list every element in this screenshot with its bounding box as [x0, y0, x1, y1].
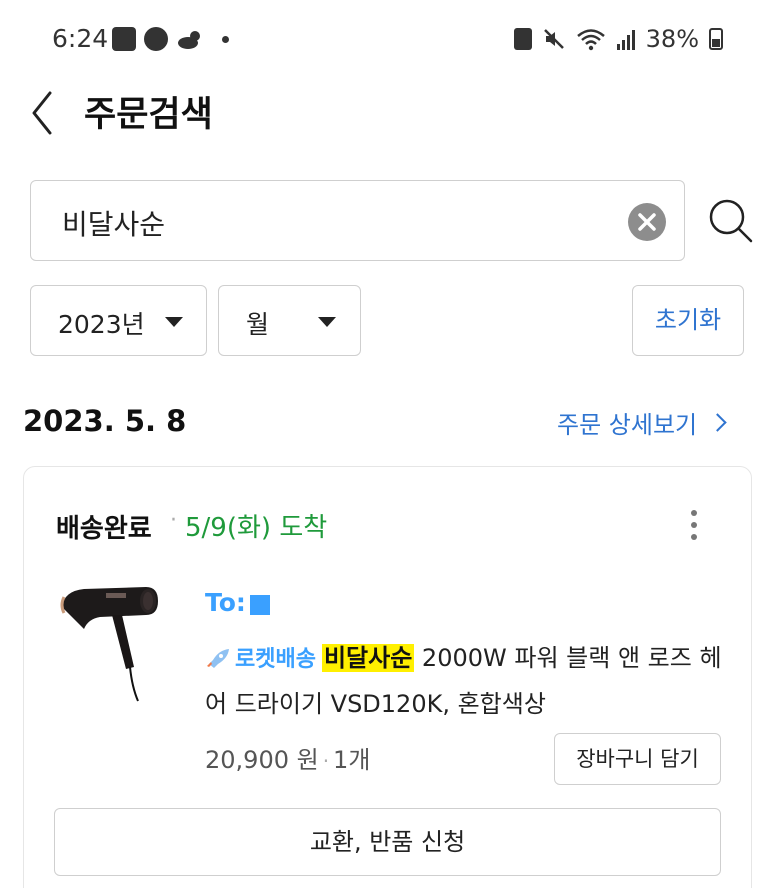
product-image[interactable]	[54, 577, 174, 707]
order-detail-link[interactable]: 주문 상세보기	[557, 405, 727, 440]
quantity: 1개	[333, 746, 371, 774]
status-right: 38%	[513, 25, 723, 53]
page-title: 주문검색	[84, 95, 213, 135]
battery-percent: 38%	[645, 25, 699, 53]
signal-icon	[616, 30, 635, 50]
close-icon	[638, 213, 656, 231]
wifi-icon	[576, 29, 605, 51]
product-name[interactable]: 로켓배송 비달사순 2000W 파워 블랙 앤 로즈 헤어 드라이기 VSD120…	[205, 636, 735, 726]
back-arrow-icon[interactable]	[26, 88, 66, 138]
reset-button[interactable]: 초기화	[632, 285, 744, 356]
more-options-icon[interactable]	[686, 507, 702, 543]
weather-icon	[178, 31, 200, 49]
caret-down-icon	[165, 317, 183, 327]
separator: ·	[170, 508, 177, 533]
clear-search-button[interactable]	[628, 203, 666, 241]
alert-icon	[144, 27, 168, 51]
chevron-right-icon	[708, 413, 727, 432]
status-left-icons	[112, 27, 229, 51]
rocket-delivery-label: 로켓배송	[235, 647, 316, 672]
mute-icon	[543, 29, 564, 49]
status-time: 6:24	[52, 24, 109, 53]
recipient-label: To:	[205, 588, 246, 617]
separator: ·	[322, 749, 330, 773]
order-card: 배송완료 · 5/9(화) 도착 To: 로켓배송 비달사순 2000W 파워 블…	[23, 466, 752, 888]
caret-down-icon	[318, 317, 336, 327]
price-row: 20,900 원 · 1개	[205, 740, 370, 775]
recipient-row: To:	[205, 588, 270, 617]
status-bar: 6:24 38%	[0, 0, 773, 80]
battery-icon	[709, 28, 723, 50]
add-to-cart-button[interactable]: 장바구니 담기	[554, 733, 721, 785]
price: 20,900 원	[205, 746, 319, 774]
year-select[interactable]: 2023년	[30, 285, 207, 356]
delivery-status: 배송완료	[56, 514, 152, 544]
recipient-redacted	[249, 594, 270, 615]
search-input-value: 비달사순	[62, 208, 166, 241]
year-select-value: 2023년	[58, 310, 145, 339]
arrival-date: 5/9(화) 도착	[185, 513, 328, 543]
search-highlight: 비달사순	[321, 644, 415, 672]
dot-icon	[222, 35, 229, 43]
image-icon	[112, 27, 136, 51]
month-select[interactable]: 월	[218, 285, 361, 356]
exchange-return-button[interactable]: 교환, 반품 신청	[54, 808, 721, 876]
search-input[interactable]: 비달사순	[30, 180, 685, 261]
battery-saver-icon	[513, 28, 532, 50]
rocket-icon	[207, 649, 229, 668]
order-detail-label: 주문 상세보기	[557, 411, 698, 439]
order-date: 2023. 5. 8	[23, 404, 187, 438]
search-icon[interactable]	[707, 197, 755, 245]
month-select-value: 월	[246, 310, 270, 339]
